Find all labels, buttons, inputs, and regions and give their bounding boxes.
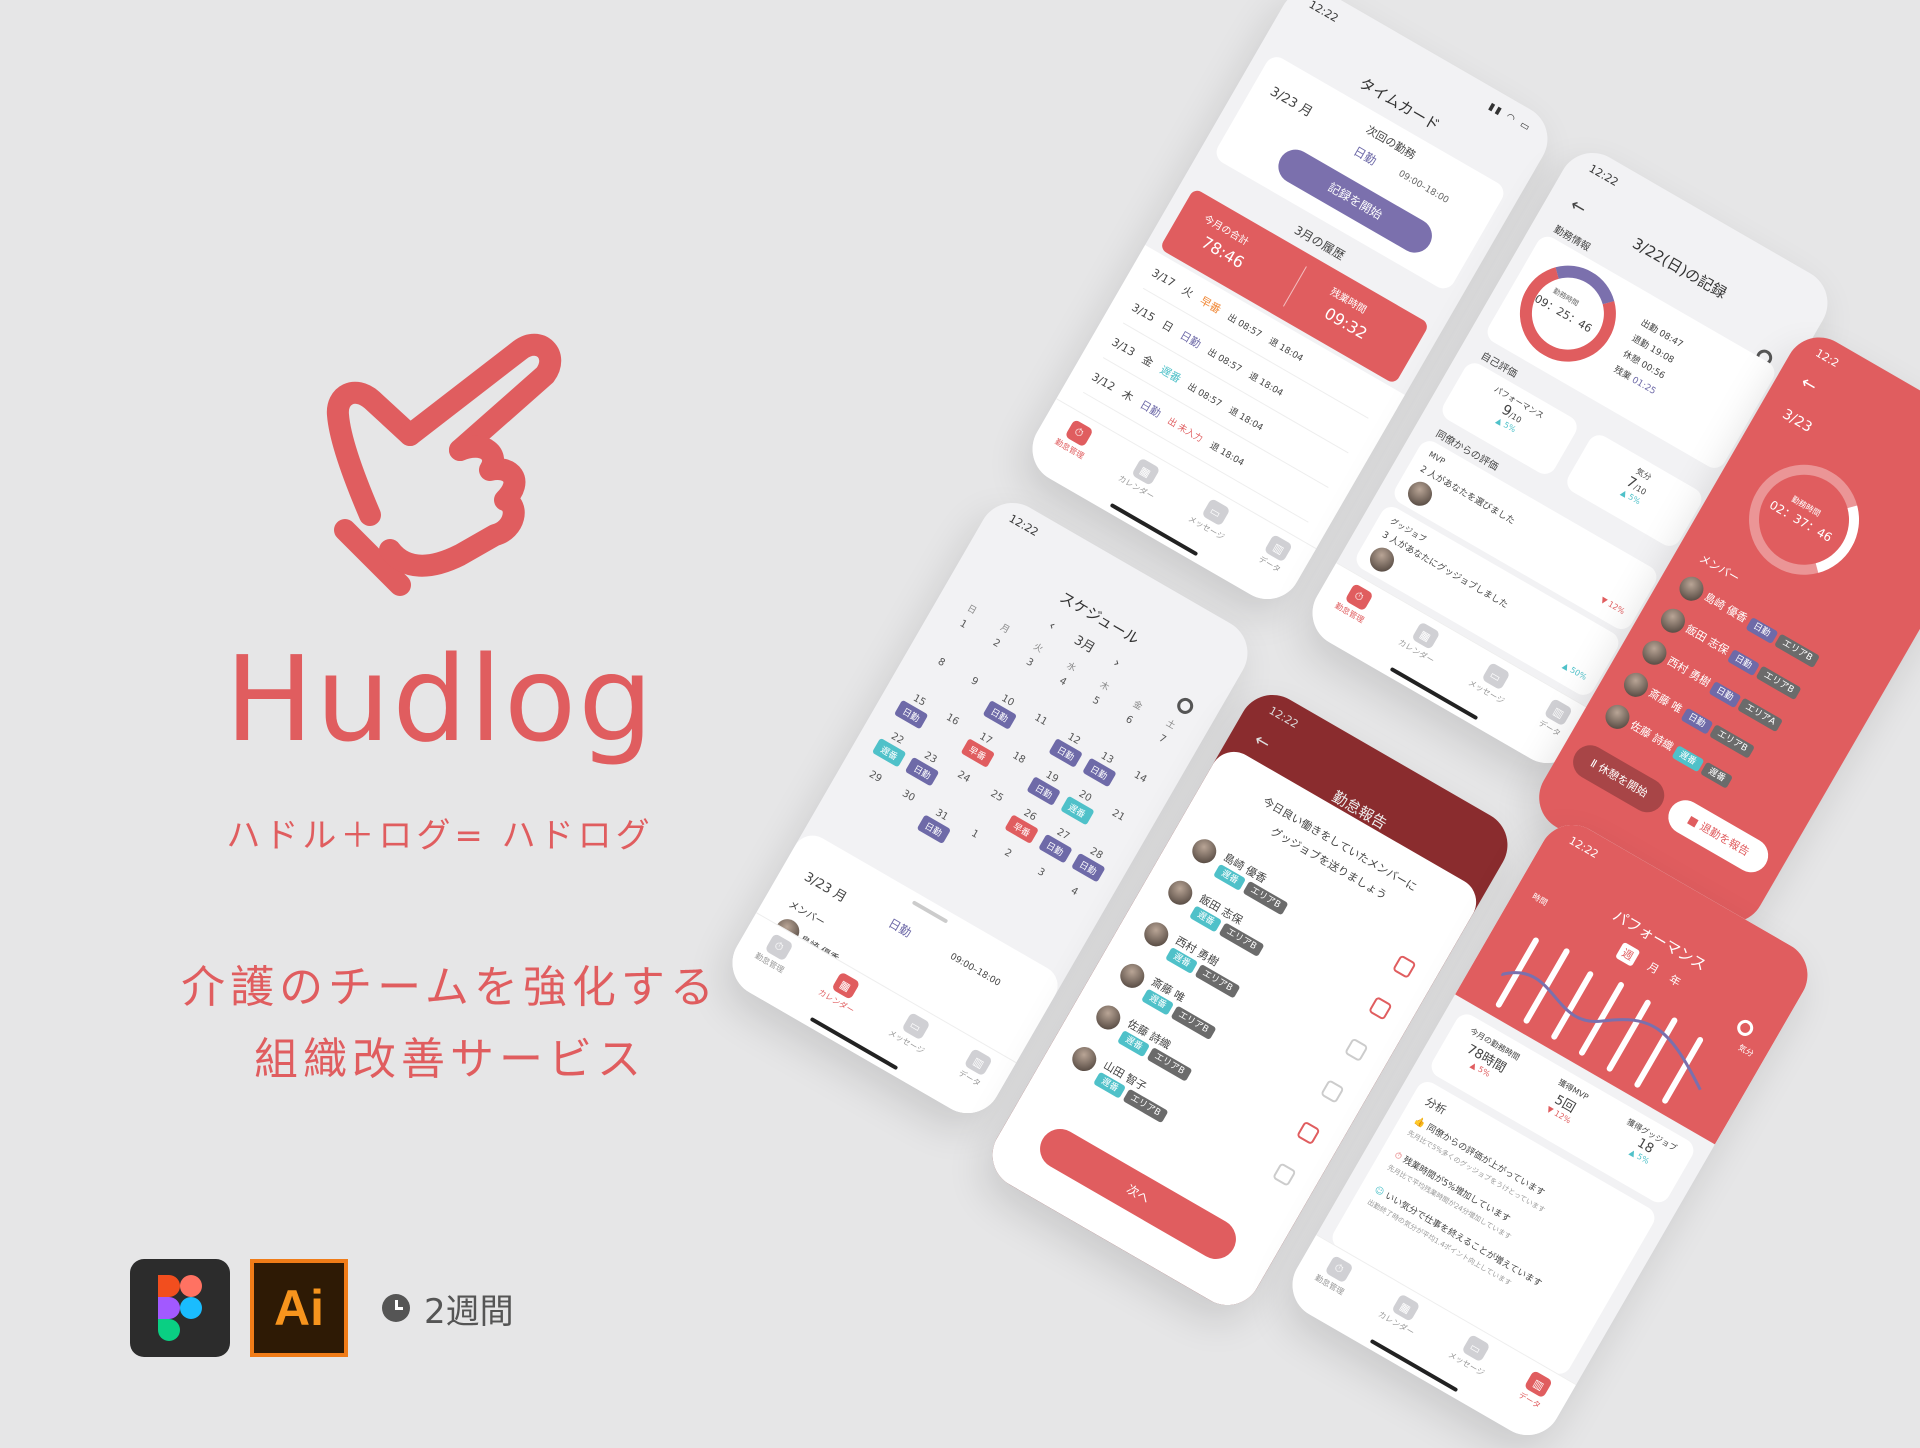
left-axis-label: 時間 <box>1530 891 1550 908</box>
tab-calendar[interactable]: ▦ カレンダー <box>1376 1289 1428 1338</box>
avatar <box>1403 477 1437 511</box>
next-month-icon[interactable]: › <box>1111 656 1123 672</box>
avatar <box>1163 876 1197 910</box>
tab-data[interactable]: ▥ データ <box>1536 698 1574 739</box>
duration: 2週間 <box>382 1284 514 1333</box>
day-number: 18 <box>1010 750 1028 767</box>
back-arrow-icon[interactable]: ← <box>1797 372 1821 398</box>
day-number: 21 <box>1109 807 1127 824</box>
tab-messages[interactable]: ▭ メッセージ <box>1466 657 1518 706</box>
status-time: 12:22 <box>1006 511 1041 540</box>
sheet-hours: 09:00–18:00 <box>948 951 1002 989</box>
tab-attendance[interactable]: ⏱ 勤怠管理 <box>753 930 798 975</box>
day-number: 24 <box>955 769 972 786</box>
day-number: 6 <box>1123 713 1135 727</box>
next-date: 3/23 <box>1267 84 1301 112</box>
headline-line-2: 組織改善サービス <box>254 1034 646 1085</box>
day-number: 11 <box>1032 712 1050 729</box>
day-number: 5 <box>1090 694 1102 708</box>
day-number: 14 <box>1131 769 1149 786</box>
tab-calendar[interactable]: ▦ カレンダー <box>816 967 868 1016</box>
tab-attendance[interactable]: ⏱ 勤怠管理 <box>1313 1252 1358 1297</box>
active-date: 3/23 <box>1779 406 1815 436</box>
day-number: 30 <box>900 788 917 805</box>
tab-attendance[interactable]: ⏱ 勤怠管理 <box>1053 416 1098 461</box>
illustrator-icon: Ai <box>250 1259 348 1357</box>
day-number: 16 <box>944 711 961 728</box>
next-shift: 日勤 <box>1351 143 1379 169</box>
avatar <box>1365 543 1399 577</box>
avatar <box>1067 1042 1101 1076</box>
period-week[interactable]: 週 <box>1615 941 1641 967</box>
clock-icon <box>382 1294 410 1322</box>
status-time: 12:22 <box>1566 833 1601 862</box>
status-indicators-icon: ▮▮ ◠ ▭ <box>1486 101 1534 135</box>
tab-calendar[interactable]: ▦ カレンダー <box>1396 617 1448 666</box>
duration-label: 2週間 <box>424 1291 514 1332</box>
tab-messages[interactable]: ▭ メッセージ <box>1186 493 1238 542</box>
thumbs-up-icon[interactable] <box>1296 1120 1321 1146</box>
brand-tagline: ハドル＋ログ= ハドログ <box>226 816 654 856</box>
time-breakdown: 出勤 08:47 退勤 19:08 休憩 00:56 残業 01:25 <box>1611 318 1685 398</box>
tab-data[interactable]: ▥ データ <box>1516 1370 1554 1411</box>
figma-icon <box>130 1259 230 1357</box>
tab-data[interactable]: ▥ データ <box>956 1048 994 1089</box>
day-number: 4 <box>1068 885 1080 899</box>
tools-row: Ai 2週間 <box>130 1258 514 1358</box>
period-year[interactable]: 年 <box>1665 971 1684 992</box>
status-time: 12:22 <box>1306 0 1341 26</box>
thumbs-up-icon[interactable] <box>1392 954 1417 979</box>
day-number: 2 <box>990 637 1002 651</box>
day-number: 8 <box>935 656 947 670</box>
day-number: 1 <box>957 618 969 631</box>
thumbs-up-icon[interactable] <box>1272 1162 1297 1187</box>
avatar <box>1115 959 1149 993</box>
pointing-hand-icon <box>326 333 562 596</box>
next-hours: 09:00–18:00 <box>1396 168 1451 206</box>
month-label: 3月 <box>1071 632 1098 657</box>
next-weekday: 月 <box>1296 100 1315 121</box>
thumbs-up-icon[interactable] <box>1320 1079 1345 1104</box>
day-number: 25 <box>988 788 1006 805</box>
day-number: 9 <box>968 675 980 689</box>
right-axis-label: 気分 <box>1736 1042 1756 1059</box>
tab-data[interactable]: ▥ データ <box>1256 534 1294 575</box>
day-number: 4 <box>1057 675 1069 689</box>
analysis-title: 分析 <box>1422 1094 1449 1118</box>
gear-icon[interactable] <box>1734 1016 1757 1039</box>
day-number: 3 <box>1035 866 1047 880</box>
thumbs-up-icon[interactable] <box>1368 995 1393 1021</box>
day-number: 7 <box>1156 733 1168 746</box>
prev-month-icon[interactable]: ‹ <box>1046 618 1058 634</box>
avatar <box>1091 1001 1125 1034</box>
avatar <box>1139 917 1173 951</box>
brand-wordmark: Hudlog <box>224 630 656 768</box>
tab-messages[interactable]: ▭ メッセージ <box>886 1007 938 1056</box>
day-number: 29 <box>867 769 884 785</box>
tab-calendar[interactable]: ▦ カレンダー <box>1116 453 1168 502</box>
status-time: 12:22 <box>1586 161 1621 190</box>
day-number: 3 <box>1024 656 1036 670</box>
day-number: 2 <box>1002 847 1014 860</box>
tab-attendance[interactable]: ⏱ 勤怠管理 <box>1333 580 1378 625</box>
thumbs-up-icon[interactable] <box>1344 1037 1369 1063</box>
start-record-button[interactable]: 記録を開始 <box>1272 143 1439 259</box>
period-month[interactable]: 月 <box>1644 958 1663 979</box>
tab-messages[interactable]: ▭ メッセージ <box>1446 1329 1498 1378</box>
status-time: 12:22 <box>1266 703 1301 732</box>
status-time: 12:2 <box>1813 346 1842 371</box>
avatar <box>1187 834 1221 868</box>
sheet-shift: 日勤 <box>886 915 914 941</box>
day-number: 1 <box>969 828 981 841</box>
